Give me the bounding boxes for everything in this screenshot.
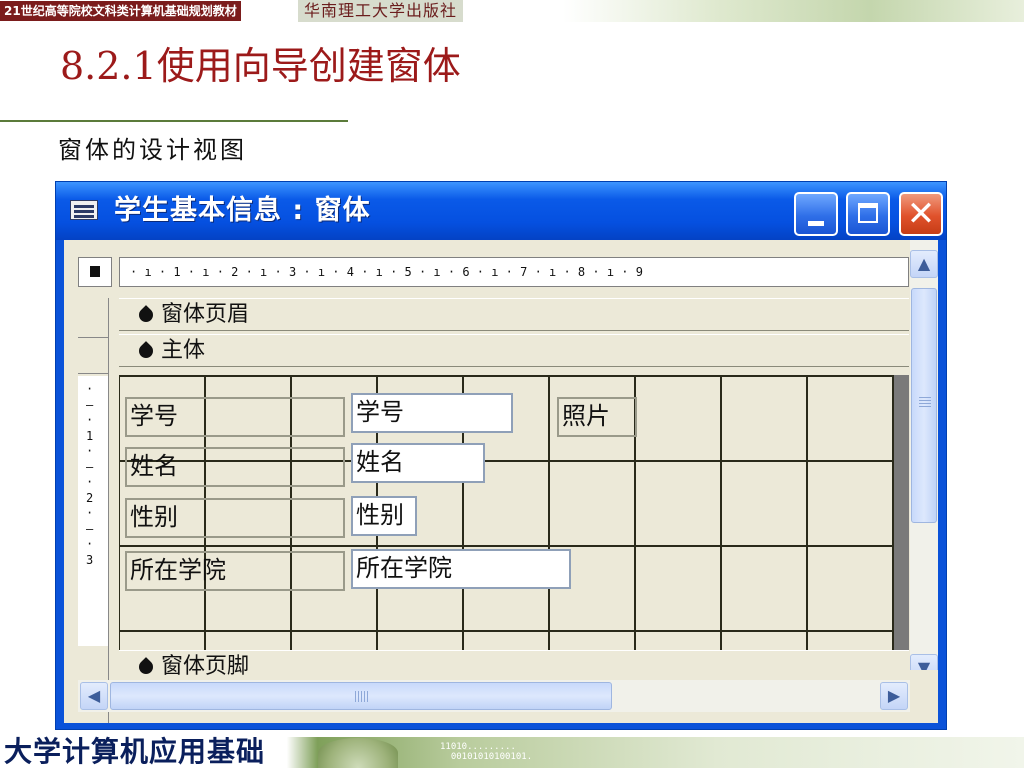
form-icon (70, 200, 98, 220)
form-design-window: 学生基本信息 : 窗体 ✕ · ı · 1 · ı · 2 · ı · 3 · … (55, 181, 947, 730)
course-name: 大学计算机应用基础 (4, 735, 266, 768)
section-detail-label: 主体 (161, 338, 206, 363)
label-name[interactable]: 姓名 (125, 447, 345, 487)
horizontal-ruler[interactable]: · ı · 1 · ı · 2 · ı · 3 · ı · 4 · ı · 5 … (119, 257, 909, 287)
section-form-header[interactable]: 窗体页眉 (119, 298, 909, 331)
section-selector-icon (136, 341, 156, 361)
textbox-name[interactable]: 姓名 (351, 443, 485, 483)
horizontal-scrollbar[interactable]: ◀ ▶ (78, 680, 910, 712)
window-title: 学生基本信息 : 窗体 (114, 195, 371, 226)
textbox-gender[interactable]: 性别 (351, 496, 417, 536)
series-label: 21世纪高等院校文科类计算机基础规划教材 (0, 1, 241, 21)
chevron-right-icon: ▶ (887, 686, 901, 705)
chevron-left-icon: ◀ (87, 686, 101, 705)
scroll-up-button[interactable]: ▲ (910, 250, 938, 278)
label-student-id[interactable]: 学号 (125, 397, 345, 437)
window-titlebar[interactable]: 学生基本信息 : 窗体 ✕ (56, 182, 946, 240)
minimize-button[interactable] (794, 192, 838, 236)
maximize-button[interactable] (846, 192, 890, 236)
bottom-banner: 大学计算机应用基础 11010......... 00101010100101. (0, 735, 1024, 768)
vertical-scroll-thumb[interactable] (911, 288, 937, 523)
leaf-logo-icon (318, 738, 398, 768)
slide-title: 8.2.1使用向导创建窗体 (60, 44, 461, 88)
detail-grid[interactable]: 学号 学号 照片 姓名 姓名 性别 性别 所在学院 所在学院 (119, 375, 894, 650)
horizontal-scroll-thumb[interactable] (110, 682, 612, 710)
close-button[interactable]: ✕ (899, 192, 943, 236)
title-divider (0, 120, 348, 122)
binary-decoration: 11010......... 00101010100101. (440, 742, 533, 762)
section-header-label: 窗体页眉 (161, 302, 250, 327)
textbox-college[interactable]: 所在学院 (351, 549, 571, 589)
horizontal-ruler-marks: · ı · 1 · ı · 2 · ı · 3 · ı · 4 · ı · 5 … (130, 265, 643, 279)
grip-icon (355, 691, 369, 702)
grip-icon (919, 397, 931, 407)
label-photo[interactable]: 照片 (557, 397, 637, 437)
section-footer-label: 窗体页脚 (161, 654, 250, 679)
section-selector-icon (136, 657, 156, 677)
label-gender[interactable]: 性别 (125, 498, 345, 538)
label-college[interactable]: 所在学院 (125, 551, 345, 591)
vertical-scrollbar[interactable]: ▲ ▼ (910, 240, 938, 682)
scroll-left-button[interactable]: ◀ (80, 682, 108, 710)
section-form-footer[interactable]: 窗体页脚 (119, 650, 909, 683)
close-icon: ✕ (906, 194, 936, 234)
top-banner: 21世纪高等院校文科类计算机基础规划教材 华南理工大学出版社 (0, 0, 1024, 22)
vertical-ruler-marks: · – · 1 · – · 2 · – · 3 (86, 382, 94, 567)
design-area-edge (894, 375, 909, 650)
scroll-right-button[interactable]: ▶ (880, 682, 908, 710)
textbox-student-id[interactable]: 学号 (351, 393, 513, 433)
ruler-cell-header (78, 298, 108, 338)
section-detail[interactable]: 主体 (119, 334, 909, 367)
chevron-up-icon: ▲ (917, 254, 931, 273)
ruler-cell-detail (78, 338, 108, 374)
publisher-name: 华南理工大学出版社 (298, 0, 464, 22)
slide-subtitle: 窗体的设计视图 (58, 136, 247, 164)
size-box (910, 670, 938, 723)
section-selector-icon (136, 305, 156, 325)
vertical-ruler[interactable]: · – · 1 · – · 2 · – · 3 (78, 298, 109, 723)
design-surface: · ı · 1 · ı · 2 · ı · 3 · ı · 4 · ı · 5 … (64, 240, 938, 723)
form-selector[interactable] (78, 257, 112, 287)
